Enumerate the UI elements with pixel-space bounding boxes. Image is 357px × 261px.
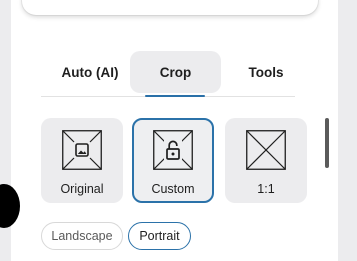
chip-label: Portrait — [139, 229, 180, 243]
aspect-ratio-label: Custom — [151, 182, 195, 196]
image-icon — [62, 130, 102, 170]
scrollbar-thumb[interactable] — [325, 118, 329, 168]
tab-label: Auto (AI) — [61, 64, 119, 80]
orientation-landscape-chip[interactable]: Landscape — [41, 222, 123, 250]
chip-label: Landscape — [51, 229, 113, 243]
unlock-icon — [153, 130, 193, 170]
orientation-portrait-chip[interactable]: Portrait — [128, 222, 191, 250]
active-tab-indicator — [145, 95, 205, 97]
tab-label: Tools — [248, 64, 284, 80]
aspect-ratio-label: 1:1 — [257, 182, 275, 196]
aspect-ratio-square[interactable]: 1:1 — [225, 118, 307, 203]
tab-auto-ai[interactable]: Auto (AI) — [50, 51, 130, 93]
aspect-ratio-label: Original — [60, 182, 104, 196]
aspect-ratio-custom[interactable]: Custom — [132, 118, 214, 203]
tab-crop[interactable]: Crop — [130, 51, 221, 93]
top-card — [22, 0, 318, 15]
tab-tools[interactable]: Tools — [230, 51, 302, 93]
square-crossed-icon — [246, 130, 286, 170]
tab-label: Crop — [159, 64, 192, 80]
crop-screen: Auto (AI) Crop Tools Original Custom 1:1… — [0, 0, 357, 261]
aspect-ratio-original[interactable]: Original — [41, 118, 123, 203]
